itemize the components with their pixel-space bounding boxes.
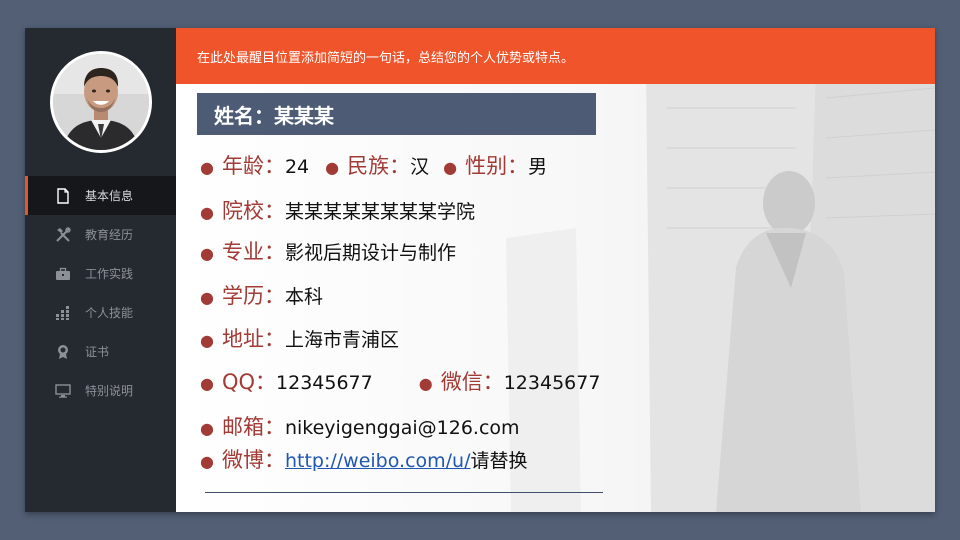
email-row: ● 邮箱： nikeyigenggai@126.com bbox=[200, 411, 520, 441]
bullet-icon: ● bbox=[200, 419, 214, 438]
sidebar-item-skills[interactable]: 个人技能 bbox=[25, 293, 176, 332]
email-value: nikeyigenggai@126.com bbox=[284, 417, 520, 439]
bar-chart-icon bbox=[55, 305, 71, 321]
gender-label: 性别： bbox=[465, 154, 529, 178]
degree-label: 学历： bbox=[221, 284, 285, 308]
ethnicity-label: 民族： bbox=[347, 154, 411, 178]
qq-value: 12345677 bbox=[276, 372, 373, 394]
sidebar-item-basic-info[interactable]: 基本信息 bbox=[25, 176, 184, 215]
age-label: 年龄： bbox=[221, 154, 285, 178]
sidebar: 基本信息 教育经历 工作实践 个人技能 证书 特别说明 bbox=[25, 28, 184, 512]
bullet-icon: ● bbox=[325, 158, 340, 177]
tools-icon bbox=[55, 226, 71, 243]
briefcase-icon bbox=[55, 266, 71, 282]
bullet-icon: ● bbox=[200, 374, 214, 393]
sidebar-item-certificates[interactable]: 证书 bbox=[25, 332, 176, 371]
tagline-text: 在此处最醒目位置添加简短的一句话，总结您的个人优势或特点。 bbox=[197, 50, 575, 66]
name-value: 某某某 bbox=[274, 103, 334, 128]
sidebar-item-label: 工作实践 bbox=[85, 267, 134, 281]
bullet-icon: ● bbox=[200, 203, 214, 222]
name-header: 姓名： 某某某 bbox=[197, 93, 596, 135]
bullet-icon: ● bbox=[443, 158, 458, 177]
degree-value: 本科 bbox=[284, 286, 323, 308]
monitor-icon bbox=[55, 383, 71, 399]
qq-wechat-row: ● QQ： 12345677 ● 微信： 12345677 bbox=[200, 366, 600, 396]
address-label: 地址： bbox=[221, 327, 285, 351]
age-value: 24 bbox=[284, 156, 310, 178]
address-value: 上海市青浦区 bbox=[284, 329, 399, 351]
bullet-icon: ● bbox=[200, 158, 214, 177]
weibo-label: 微博： bbox=[221, 448, 285, 472]
school-value: 某某某某某某某某学院 bbox=[284, 201, 475, 223]
avatar-photo bbox=[53, 54, 149, 150]
weibo-row: ● 微博： http://weibo.com/u/ 请替换 bbox=[200, 444, 528, 474]
major-label: 专业： bbox=[221, 240, 285, 264]
sidebar-nav: 基本信息 教育经历 工作实践 个人技能 证书 特别说明 bbox=[25, 176, 184, 410]
name-label: 姓名： bbox=[214, 103, 274, 128]
address-row: ● 地址： 上海市青浦区 bbox=[200, 323, 399, 353]
school-row: ● 院校： 某某某某某某某某学院 bbox=[200, 195, 475, 225]
bullet-icon: ● bbox=[418, 374, 433, 393]
award-icon bbox=[55, 344, 71, 360]
sidebar-item-label: 教育经历 bbox=[85, 228, 134, 242]
major-value: 影视后期设计与制作 bbox=[284, 242, 456, 264]
main-content: 在此处最醒目位置添加简短的一句话，总结您的个人优势或特点。 姓名： 某某某 ● 年… bbox=[176, 28, 935, 512]
sidebar-item-label: 基本信息 bbox=[85, 189, 134, 203]
ethnicity-value: 汉 bbox=[410, 156, 430, 178]
wechat-value: 12345677 bbox=[503, 372, 601, 394]
sidebar-item-work[interactable]: 工作实践 bbox=[25, 254, 176, 293]
resume-slide: 基本信息 教育经历 工作实践 个人技能 证书 特别说明 在此处最醒目位置添加简短… bbox=[25, 28, 935, 512]
major-row: ● 专业： 影视后期设计与制作 bbox=[200, 236, 456, 266]
degree-row: ● 学历： 本科 bbox=[200, 280, 323, 310]
sidebar-item-label: 特别说明 bbox=[85, 384, 134, 398]
document-icon bbox=[55, 187, 71, 204]
weibo-suffix: 请替换 bbox=[470, 450, 528, 472]
weibo-link[interactable]: http://weibo.com/u/ bbox=[285, 450, 471, 472]
bullet-icon: ● bbox=[200, 244, 214, 263]
avatar bbox=[50, 51, 152, 153]
bullet-icon: ● bbox=[200, 288, 214, 307]
divider bbox=[205, 492, 603, 493]
email-label: 邮箱： bbox=[221, 415, 285, 439]
tagline-banner: 在此处最醒目位置添加简短的一句话，总结您的个人优势或特点。 bbox=[176, 28, 935, 84]
sidebar-item-label: 个人技能 bbox=[85, 306, 134, 320]
sidebar-item-label: 证书 bbox=[85, 345, 110, 359]
qq-label: QQ： bbox=[221, 370, 277, 394]
bullet-icon: ● bbox=[200, 331, 214, 350]
school-label: 院校： bbox=[221, 199, 285, 223]
gender-value: 男 bbox=[528, 156, 548, 178]
age-ethnicity-gender-row: ● 年龄： 24 ● 民族： 汉 ● 性别： 男 bbox=[200, 150, 547, 180]
sidebar-item-education[interactable]: 教育经历 bbox=[25, 215, 176, 254]
bullet-icon: ● bbox=[200, 452, 214, 471]
sidebar-item-notes[interactable]: 特别说明 bbox=[25, 371, 176, 410]
wechat-label: 微信： bbox=[440, 370, 504, 394]
